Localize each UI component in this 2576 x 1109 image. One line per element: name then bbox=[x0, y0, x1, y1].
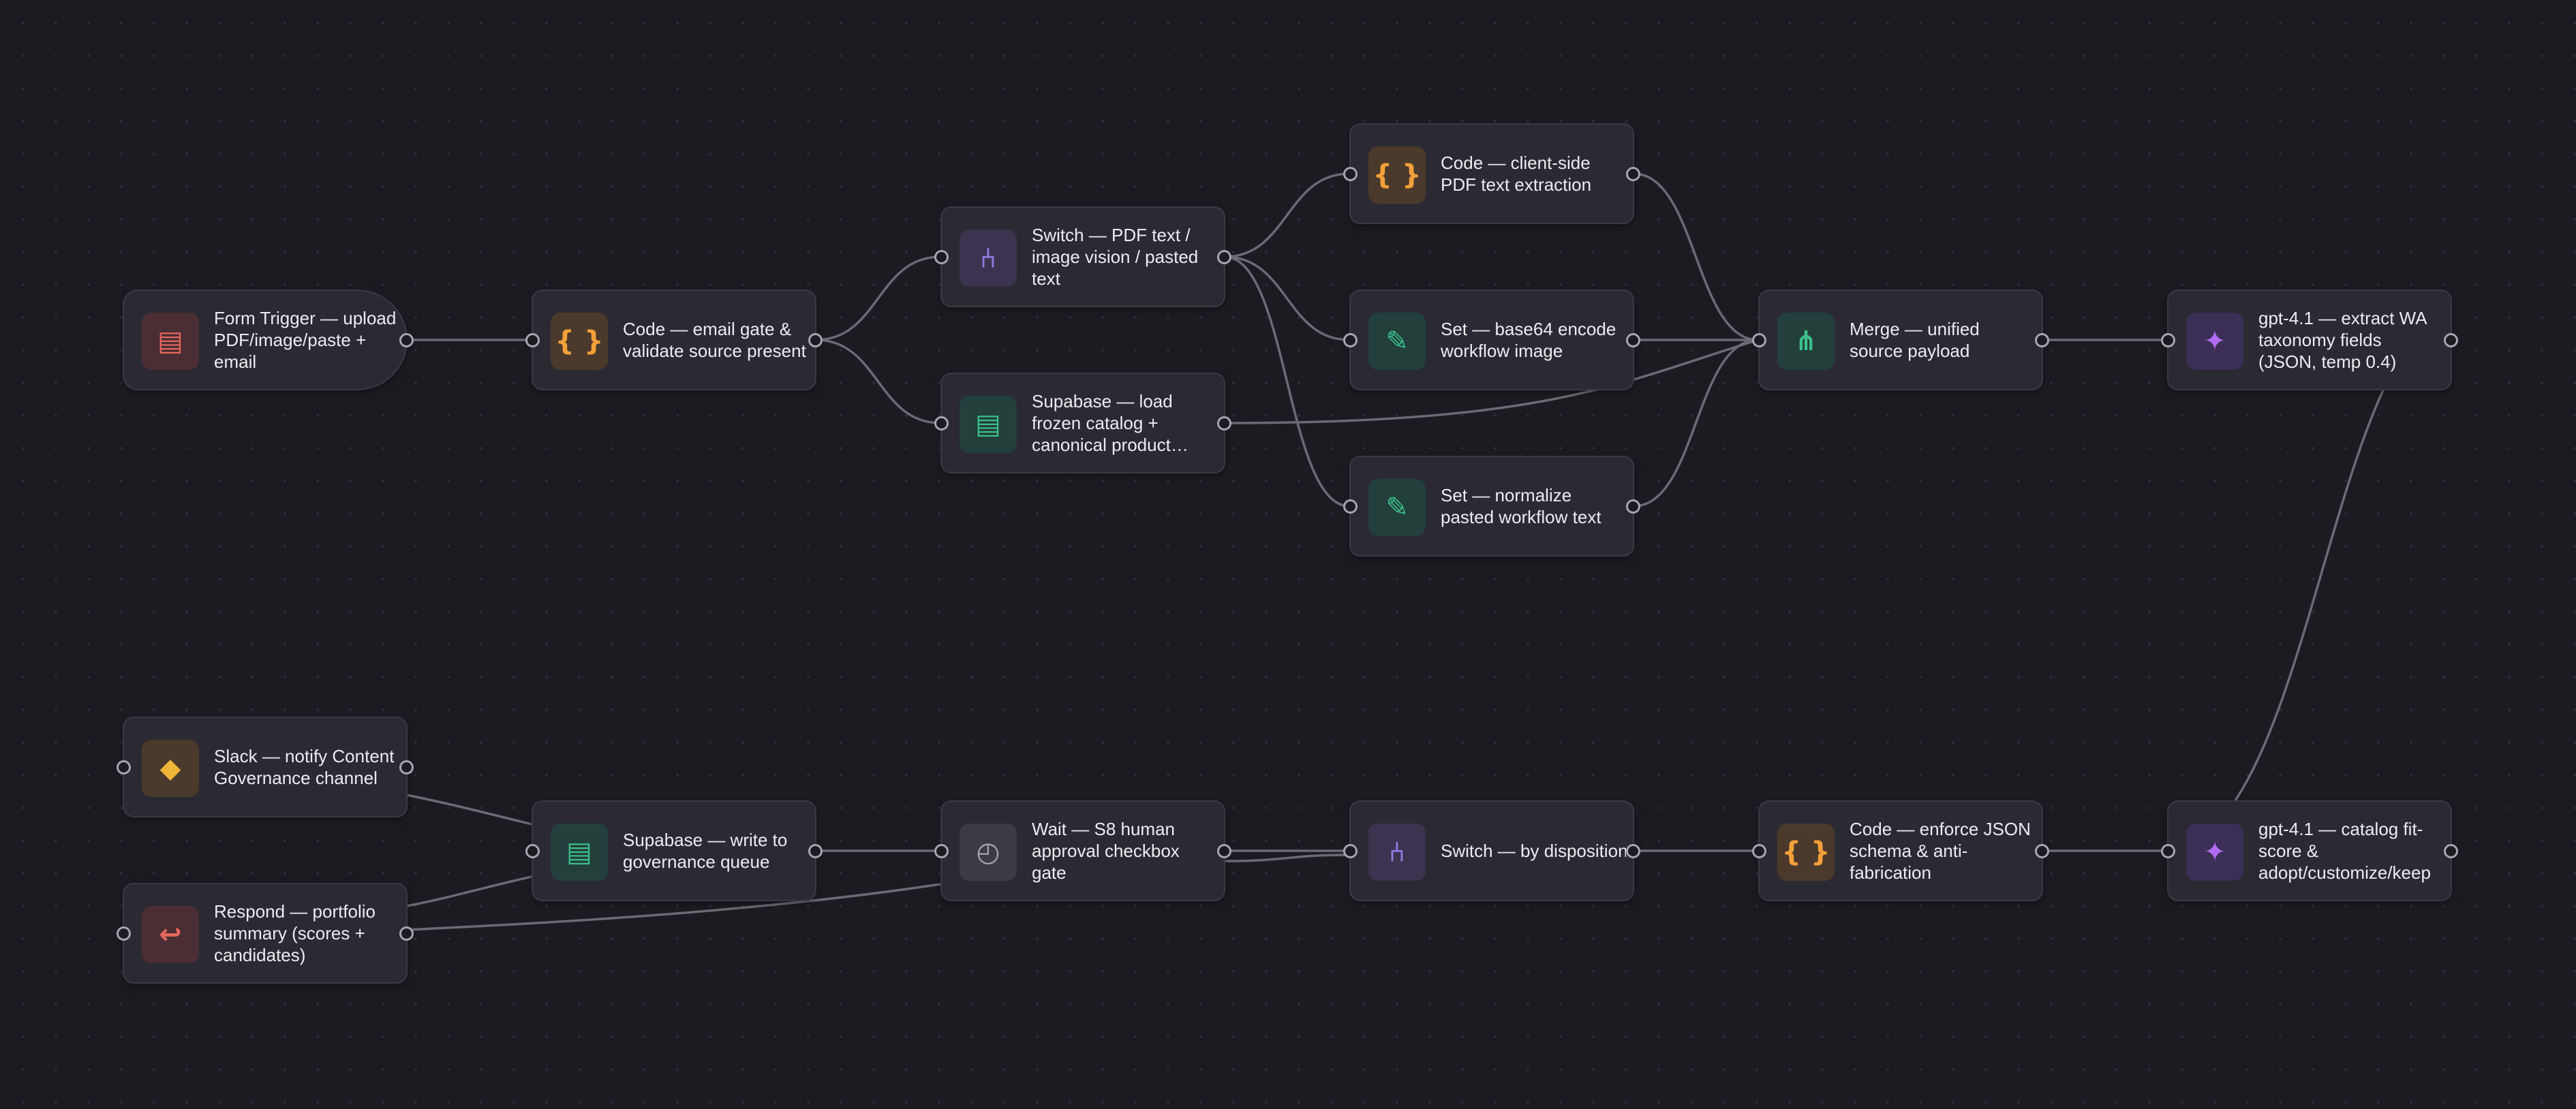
input-handle[interactable] bbox=[525, 332, 540, 347]
edge-switch-to-set-image bbox=[1224, 255, 1350, 341]
output-handle[interactable] bbox=[1217, 416, 1231, 431]
code-braces-icon: { } bbox=[1777, 824, 1835, 881]
node-supabase-load-catalog[interactable]: ▤ Supabase — load frozen catalog + canon… bbox=[934, 373, 1231, 473]
node-gpt-catalog-fit[interactable]: ✦ gpt-4.1 — catalog fit-score & adopt/cu… bbox=[2161, 800, 2458, 901]
edge-supabase-write-to-slack bbox=[406, 794, 532, 826]
node-merge-unified[interactable]: ⋔ Merge — unified source payload bbox=[1752, 290, 2049, 390]
switch-branch-icon: ⑃ bbox=[1368, 824, 1426, 881]
node-code-email-gate[interactable]: { } Code — email gate & validate source … bbox=[525, 290, 823, 390]
input-handle[interactable] bbox=[934, 249, 949, 264]
node-wait-approval[interactable]: ◴ Wait — S8 human approval checkbox gate bbox=[934, 800, 1231, 901]
output-handle[interactable] bbox=[808, 332, 823, 347]
node-label: Switch — PDF text / image vision / paste… bbox=[1032, 225, 1199, 289]
output-handle[interactable] bbox=[1217, 249, 1231, 264]
workflow-canvas[interactable]: ▤ Form Trigger — upload PDF/image/paste … bbox=[0, 0, 2576, 1109]
node-label: Set — base64 encode workflow image bbox=[1441, 319, 1616, 361]
pencil-icon: ✎ bbox=[1368, 479, 1426, 536]
input-handle[interactable] bbox=[1343, 499, 1358, 514]
input-handle[interactable] bbox=[1343, 332, 1358, 347]
output-handle[interactable] bbox=[2035, 332, 2049, 347]
slack-icon: ◆ bbox=[142, 740, 199, 797]
node-label: Switch — by disposition (adopt/customize… bbox=[1441, 841, 1626, 861]
output-handle[interactable] bbox=[1626, 843, 1640, 858]
edge-supabase-write-to-respond bbox=[406, 875, 532, 907]
switch-branch-icon: ⑃ bbox=[960, 230, 1017, 287]
node-label: Slack — notify Content Governance channe… bbox=[214, 746, 395, 788]
clock-icon: ◴ bbox=[960, 824, 1017, 881]
database-icon: ▤ bbox=[960, 396, 1017, 453]
database-icon: ▤ bbox=[551, 824, 608, 881]
edge-code-pdf-to-merge bbox=[1633, 172, 1759, 341]
edge-switch-to-set-text bbox=[1224, 255, 1350, 507]
input-handle[interactable] bbox=[2161, 332, 2175, 347]
node-set-normalize-text[interactable]: ✎ Set — normalize pasted workflow text bbox=[1343, 456, 1640, 557]
sparkle-icon: ✦ bbox=[2186, 313, 2243, 370]
output-handle[interactable] bbox=[2444, 843, 2458, 858]
input-handle[interactable] bbox=[1752, 843, 1766, 858]
node-label: Supabase — load frozen catalog + canonic… bbox=[1032, 391, 1173, 455]
node-switch-source-type[interactable]: ⑃ Switch — PDF text / image vision / pas… bbox=[934, 206, 1231, 307]
node-label: gpt-4.1 — catalog fit-score & adopt/cust… bbox=[2258, 819, 2431, 883]
node-label: Supabase — write to governance queue bbox=[623, 830, 788, 872]
input-handle[interactable] bbox=[934, 843, 949, 858]
output-handle[interactable] bbox=[1626, 166, 1640, 181]
node-form-trigger[interactable]: ▤ Form Trigger — upload PDF/image/paste … bbox=[123, 290, 414, 390]
node-label: Form Trigger — upload PDF/image/paste + … bbox=[214, 308, 397, 372]
output-handle[interactable] bbox=[399, 760, 414, 775]
node-code-client-pdf[interactable]: { } Code — client-side PDF text extracti… bbox=[1343, 123, 1640, 224]
node-code-enforce-schema[interactable]: { } Code — enforce JSON schema & anti-fa… bbox=[1752, 800, 2049, 901]
edge-switch-to-code-pdf bbox=[1224, 172, 1350, 258]
return-arrow-icon: ↩ bbox=[142, 906, 199, 963]
output-handle[interactable] bbox=[1626, 332, 1640, 347]
sparkle-icon: ✦ bbox=[2186, 824, 2243, 881]
edge-gpt-extract-to-gpt-fit bbox=[2234, 390, 2385, 801]
node-label: Wait — S8 human approval checkbox gate bbox=[1032, 819, 1180, 883]
edge-code-to-switch bbox=[815, 255, 941, 341]
node-respond-portfolio[interactable]: ↩ Respond — portfolio summary (scores + … bbox=[117, 883, 414, 984]
input-handle[interactable] bbox=[117, 926, 131, 941]
input-handle[interactable] bbox=[525, 843, 540, 858]
input-handle[interactable] bbox=[2161, 843, 2175, 858]
edge-set-text-to-merge bbox=[1633, 339, 1759, 507]
node-slack-notify[interactable]: ◆ Slack — notify Content Governance chan… bbox=[117, 717, 414, 817]
node-switch-disposition[interactable]: ⑃ Switch — by disposition (adopt/customi… bbox=[1343, 800, 1640, 901]
node-label: Code — client-side PDF text extraction bbox=[1441, 153, 1592, 195]
node-label: Respond — portfolio summary (scores + ca… bbox=[214, 901, 376, 965]
edge-code-to-supabase-load bbox=[815, 339, 941, 424]
code-braces-icon: { } bbox=[1368, 146, 1426, 204]
output-handle[interactable] bbox=[808, 843, 823, 858]
code-braces-icon: { } bbox=[551, 313, 608, 370]
output-handle[interactable] bbox=[1217, 843, 1231, 858]
output-handle[interactable] bbox=[1626, 499, 1640, 514]
node-supabase-write-queue[interactable]: ▤ Supabase — write to governance queue bbox=[525, 800, 823, 901]
edge-switch-to-wait-2 bbox=[1224, 854, 1350, 862]
merge-icon: ⋔ bbox=[1777, 313, 1835, 370]
pencil-icon: ✎ bbox=[1368, 313, 1426, 370]
node-set-base64-image[interactable]: ✎ Set — base64 encode workflow image bbox=[1343, 290, 1640, 390]
node-label: Code — email gate & validate source pres… bbox=[623, 319, 806, 361]
node-gpt-extract-wa[interactable]: ✦ gpt-4.1 — extract WA taxonomy fields (… bbox=[2161, 290, 2458, 390]
output-handle[interactable] bbox=[2035, 843, 2049, 858]
output-handle[interactable] bbox=[399, 332, 414, 347]
input-handle[interactable] bbox=[934, 416, 949, 431]
node-label: Code — enforce JSON schema & anti-fabric… bbox=[1850, 819, 2031, 883]
node-label: Set — normalize pasted workflow text bbox=[1441, 485, 1601, 527]
output-handle[interactable] bbox=[399, 926, 414, 941]
input-handle[interactable] bbox=[1752, 332, 1766, 347]
input-handle[interactable] bbox=[1343, 843, 1358, 858]
form-icon: ▤ bbox=[142, 313, 199, 370]
output-handle[interactable] bbox=[2444, 332, 2458, 347]
input-handle[interactable] bbox=[1343, 166, 1358, 181]
node-label: Merge — unified source payload bbox=[1850, 319, 1980, 361]
node-label: gpt-4.1 — extract WA taxonomy fields (JS… bbox=[2258, 308, 2427, 372]
input-handle[interactable] bbox=[117, 760, 131, 775]
